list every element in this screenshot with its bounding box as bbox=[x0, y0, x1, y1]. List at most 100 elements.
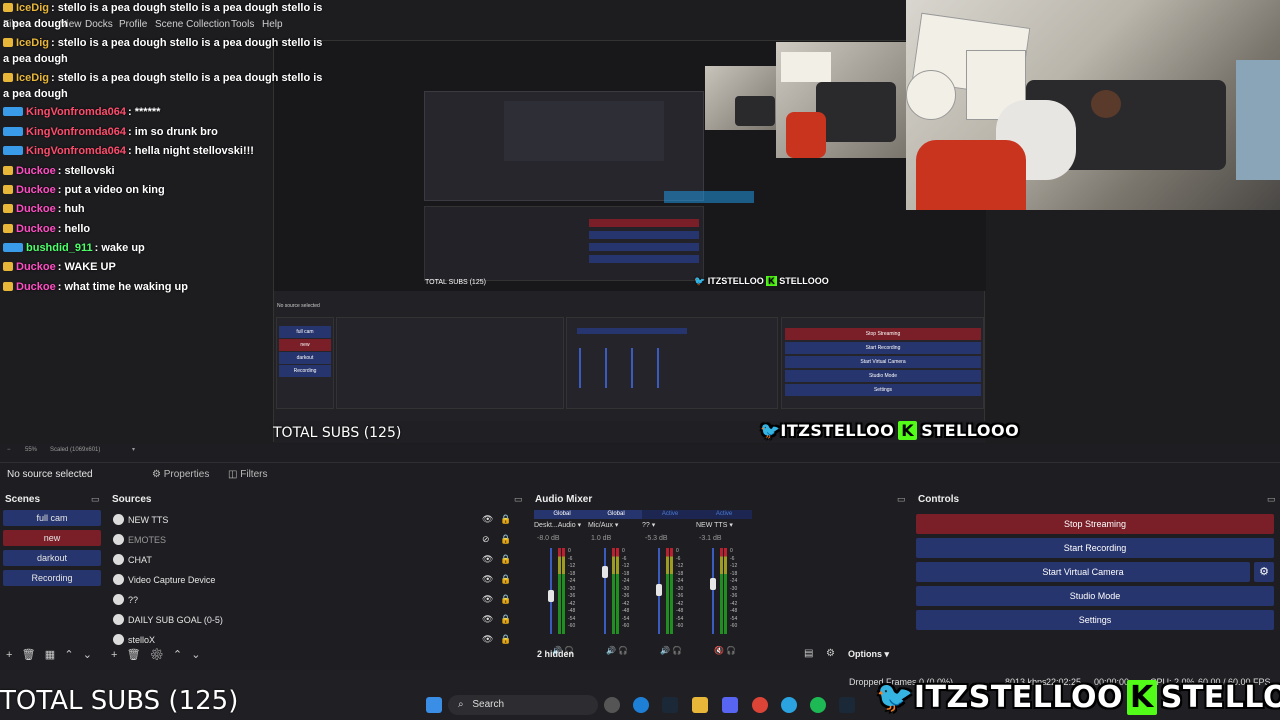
hidden-channels-count[interactable]: 2 hidden bbox=[537, 649, 574, 659]
eye-icon[interactable]: 👁 bbox=[482, 634, 493, 645]
browser-icon bbox=[113, 554, 124, 565]
lock-icon[interactable]: 🔒 bbox=[500, 554, 511, 565]
trash-icon[interactable]: 🗑 bbox=[127, 649, 141, 661]
dock-menu-icon[interactable]: ▭ bbox=[897, 494, 906, 505]
nested-total-subs: TOTAL SUBS (125) bbox=[425, 279, 486, 286]
source-row[interactable]: ?? 👁 🔒 bbox=[110, 591, 518, 609]
eye-icon[interactable]: 👁 bbox=[482, 514, 493, 525]
studio-mode-button[interactable]: Studio Mode bbox=[916, 586, 1274, 606]
filters-button[interactable]: ◫ Filters bbox=[224, 466, 271, 484]
steam-icon-2[interactable] bbox=[839, 697, 855, 713]
minus-icon[interactable]: − bbox=[7, 447, 11, 453]
chat-line: KingVonfromda064: ****** bbox=[3, 105, 160, 120]
start-virtual-camera-button[interactable]: Start Virtual Camera bbox=[916, 562, 1250, 582]
options-button[interactable]: Options ▾ bbox=[848, 649, 889, 660]
source-row[interactable]: Video Capture Device 👁 🔒 bbox=[110, 571, 518, 589]
source-row[interactable]: NEW TTS 👁 🔒 bbox=[110, 511, 518, 529]
mute-icon[interactable]: 🔇 bbox=[714, 646, 724, 655]
source-row[interactable]: DAILY SUB GOAL (0-5) 👁 🔒 bbox=[110, 611, 518, 629]
lock-icon[interactable]: 🔒 bbox=[500, 574, 511, 585]
lock-icon[interactable]: 🔒 bbox=[500, 534, 511, 545]
settings-button[interactable]: Settings bbox=[916, 610, 1274, 630]
scene-item-recording[interactable]: Recording bbox=[3, 570, 101, 586]
level-meter bbox=[558, 548, 561, 634]
scene-item-darkout[interactable]: darkout bbox=[3, 550, 101, 566]
eye-off-icon[interactable]: ⊘ bbox=[482, 534, 493, 545]
nested-controls: Stop Streaming Start Recording Start Vir… bbox=[781, 317, 984, 409]
camera-feed bbox=[906, 0, 1280, 210]
db-scale-tick: -48 bbox=[568, 608, 576, 614]
add-icon[interactable]: + bbox=[6, 649, 12, 661]
eye-icon[interactable]: 👁 bbox=[482, 594, 493, 605]
trash-icon[interactable]: 🗑 bbox=[22, 649, 36, 661]
layout-icon[interactable]: ▤ bbox=[804, 648, 813, 659]
taskbar-search[interactable]: ⌕ Search bbox=[448, 695, 598, 715]
spotify-icon[interactable] bbox=[810, 697, 826, 713]
chat-username: IceDig bbox=[16, 72, 50, 84]
source-row[interactable]: stelloX 👁 🔒 bbox=[110, 631, 518, 649]
chat-message: : stello is a pea dough stello is a pea … bbox=[51, 72, 323, 84]
gear-icon[interactable]: ⚙ bbox=[150, 649, 164, 661]
stop-streaming-button[interactable]: Stop Streaming bbox=[916, 514, 1274, 534]
source-row[interactable]: EMOTES ⊘ 🔒 bbox=[110, 531, 518, 549]
stream-preview[interactable]: TOTAL SUBS (125) 🐦 ITZSTELLOO K STELLOOO… bbox=[0, 0, 1280, 444]
lock-icon[interactable]: 🔒 bbox=[500, 514, 511, 525]
filter-icon[interactable]: ▦ bbox=[45, 649, 55, 661]
lock-icon[interactable]: 🔒 bbox=[500, 614, 511, 625]
eye-icon[interactable]: 👁 bbox=[482, 614, 493, 625]
mixer-channel-select[interactable]: Mic/Aux ▾ bbox=[588, 521, 644, 529]
fader-handle[interactable] bbox=[602, 565, 608, 578]
headphones-icon[interactable]: 🎧 bbox=[616, 646, 628, 655]
mixer-channel-select[interactable]: NEW TTS ▾ bbox=[696, 521, 752, 529]
scene-item-full-cam[interactable]: full cam bbox=[3, 510, 101, 526]
properties-button[interactable]: ⚙ Properties bbox=[148, 466, 213, 484]
zoom-mode[interactable]: Scaled (1069x601) bbox=[50, 447, 100, 453]
eye-icon[interactable]: 👁 bbox=[482, 574, 493, 585]
dock-menu-icon[interactable]: ▭ bbox=[1267, 494, 1276, 505]
speaker-icon[interactable]: 🔊 bbox=[660, 646, 670, 655]
volume-fader[interactable] bbox=[604, 548, 606, 634]
db-scale: 0 -6 -12 -18 -24 -30 -36 -42 -48 -54 -60 bbox=[676, 548, 683, 631]
lock-icon[interactable]: 🔒 bbox=[500, 594, 511, 605]
chevron-down-icon[interactable]: ▾ bbox=[132, 446, 135, 453]
eye-icon[interactable]: 👁 bbox=[482, 554, 493, 565]
nested-brand-twitter: ITZSTELLOO bbox=[707, 276, 764, 286]
fader-handle[interactable] bbox=[548, 589, 554, 602]
headphones-icon[interactable]: 🎧 bbox=[670, 646, 682, 655]
dock-menu-icon[interactable]: ▭ bbox=[514, 494, 523, 505]
chevron-down-icon[interactable]: ⌄ bbox=[191, 649, 200, 661]
lock-icon[interactable]: 🔒 bbox=[500, 634, 511, 645]
chevron-up-icon[interactable]: ⌃ bbox=[64, 649, 73, 661]
speaker-icon[interactable]: 🔊 bbox=[606, 646, 616, 655]
headphones-icon[interactable]: 🎧 bbox=[724, 646, 736, 655]
chat-message: : stello is a pea dough stello is a pea … bbox=[51, 37, 323, 49]
file-explorer-icon[interactable] bbox=[692, 697, 708, 713]
volume-fader[interactable] bbox=[712, 548, 714, 634]
nested-no-source: No source selected bbox=[277, 303, 320, 309]
chevron-down-icon[interactable]: ⌄ bbox=[83, 649, 92, 661]
source-row[interactable]: CHAT 👁 🔒 bbox=[110, 551, 518, 569]
mixer-settings-icon[interactable]: ⚙ bbox=[826, 648, 835, 659]
start-recording-button[interactable]: Start Recording bbox=[916, 538, 1274, 558]
chat-line: KingVonfromda064: im so drunk bro bbox=[3, 125, 218, 140]
chrome-icon[interactable] bbox=[752, 697, 768, 713]
steam-icon[interactable] bbox=[662, 697, 678, 713]
add-icon[interactable]: + bbox=[111, 649, 117, 661]
browser-icon bbox=[113, 514, 124, 525]
virtual-camera-settings-icon[interactable]: ⚙ bbox=[1254, 562, 1274, 582]
mixer-channel-select[interactable]: Deskt...Audio ▾ bbox=[534, 521, 590, 529]
chevron-up-icon[interactable]: ⌃ bbox=[173, 649, 182, 661]
scene-item-new[interactable]: new bbox=[3, 530, 101, 546]
mixer-channel-select[interactable]: ?? ▾ bbox=[642, 521, 698, 529]
telegram-icon[interactable] bbox=[781, 697, 797, 713]
zoom-percent[interactable]: 55% bbox=[25, 447, 37, 453]
obs-icon[interactable] bbox=[604, 697, 620, 713]
chat-username: IceDig bbox=[16, 37, 50, 49]
source-label: NEW TTS bbox=[128, 515, 169, 525]
dock-menu-icon[interactable]: ▭ bbox=[91, 494, 100, 505]
discord-icon[interactable] bbox=[722, 697, 738, 713]
fader-handle[interactable] bbox=[710, 578, 716, 591]
windows-start-icon[interactable] bbox=[426, 697, 442, 713]
edge-icon[interactable] bbox=[633, 697, 649, 713]
fader-handle[interactable] bbox=[656, 584, 662, 596]
